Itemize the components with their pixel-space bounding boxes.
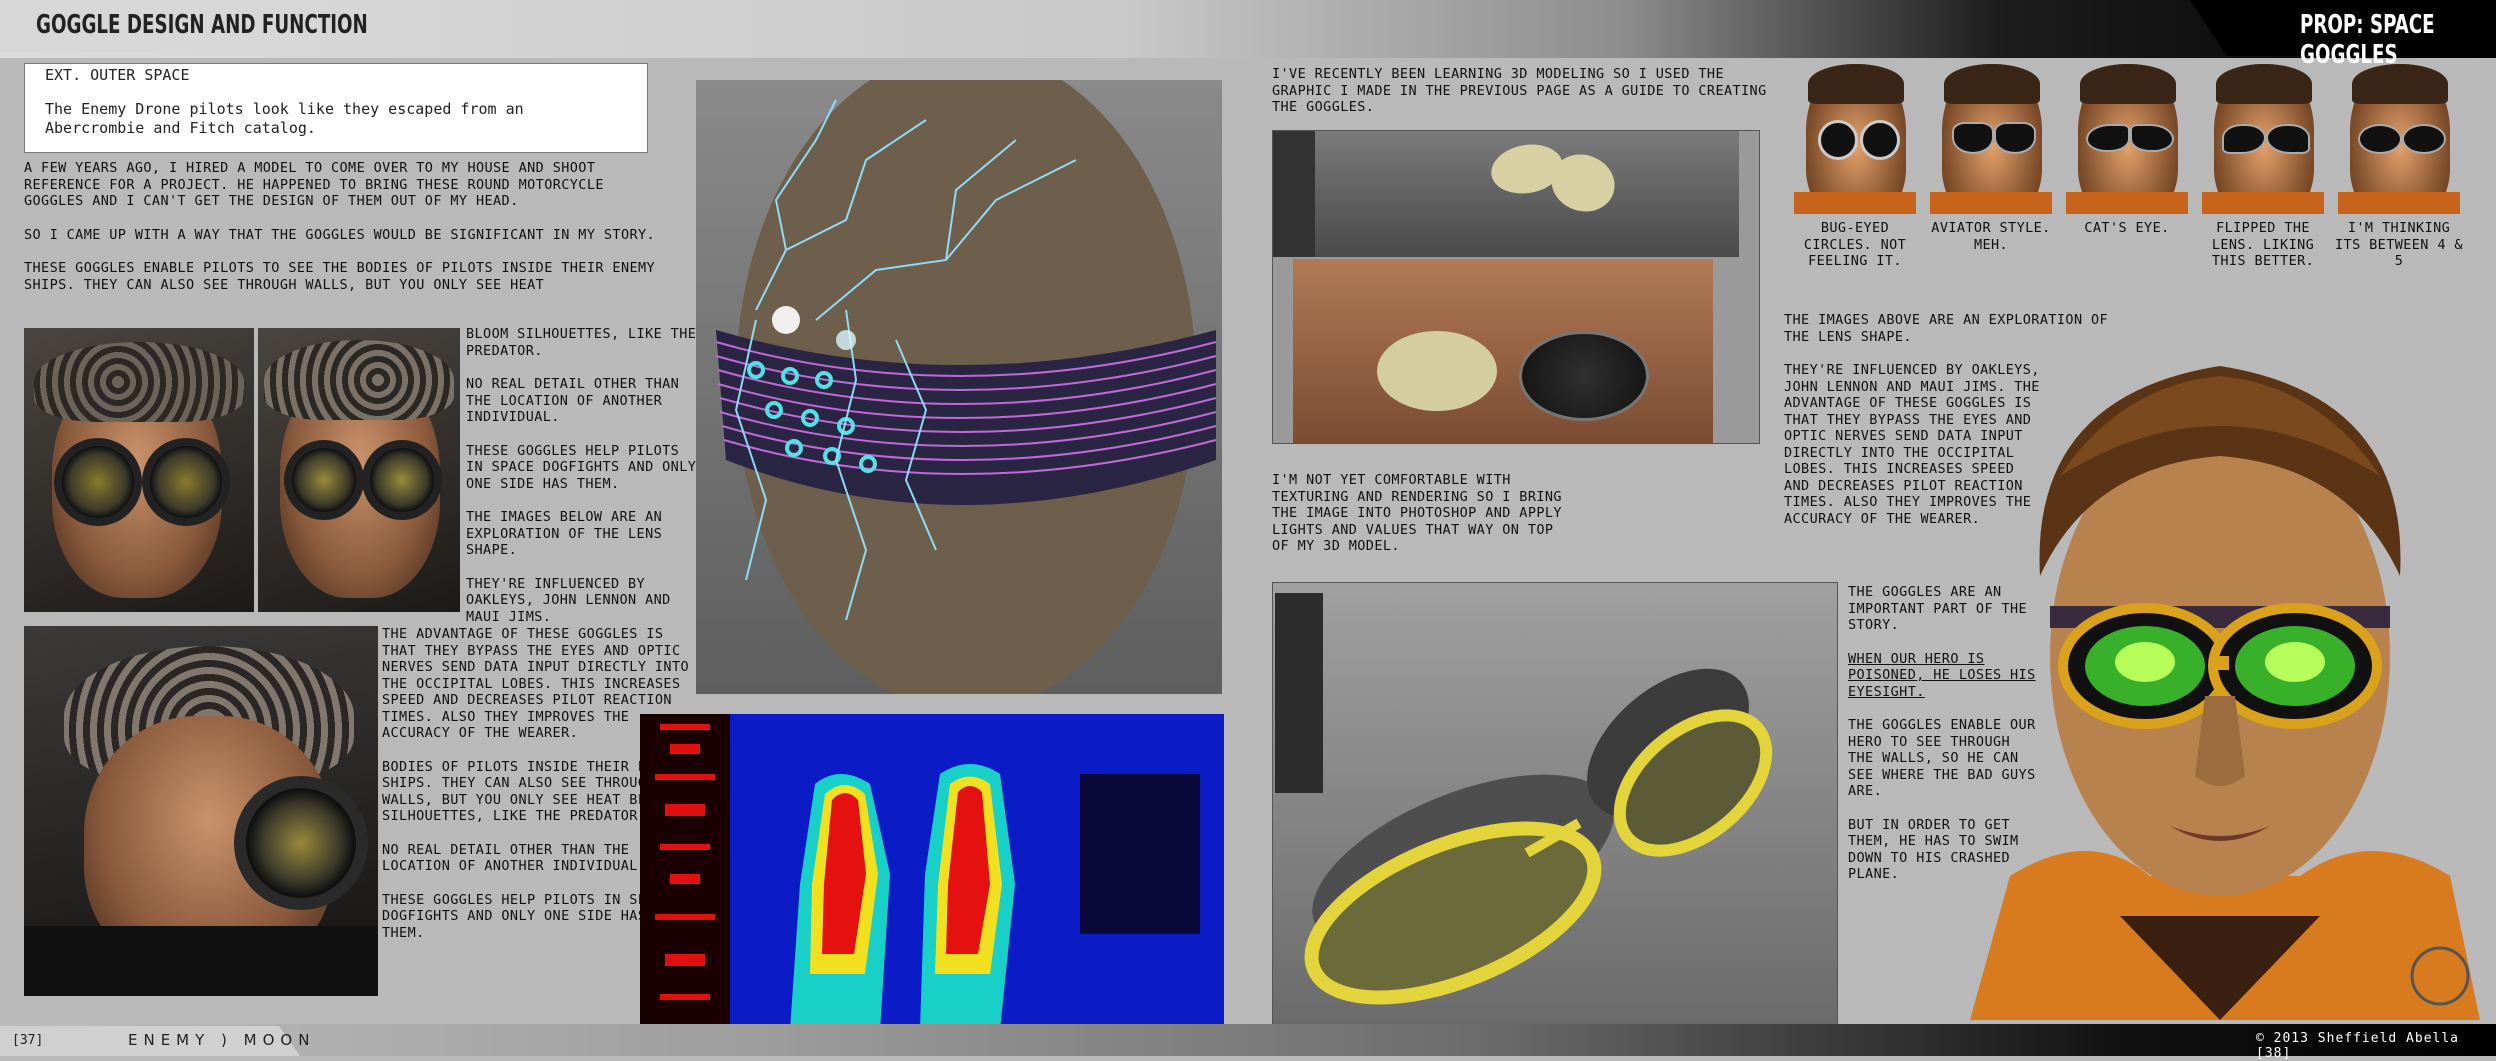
rendering-paragraph: I'm not yet comfortable with texturing a… xyxy=(1272,472,1562,554)
rendering-text: I'm not yet comfortable with texturing a… xyxy=(1272,472,1562,572)
variant-caption-5: I'm thinking its between 4 & 5 xyxy=(2335,220,2463,269)
modeling-screenshot-2 xyxy=(1272,582,1838,1032)
script-excerpt: EXT. OUTER SPACE The Enemy Drone pilots … xyxy=(24,63,648,153)
reference-photo-three-quarter xyxy=(258,328,460,612)
variant-portrait-2 xyxy=(1930,64,2052,214)
reference-photo-profile xyxy=(24,626,378,996)
lens-variants: Bug-Eyed Circles. Not feeling it. Aviato… xyxy=(1790,64,2480,294)
modeling-paragraph-1: I've recently been learning 3D Modeling … xyxy=(1272,66,1767,115)
intro-paragraph-3: These goggles enable pilots to see the b… xyxy=(24,260,656,293)
lens-exploration-text: The images above are an exploration of t… xyxy=(1784,312,2124,362)
hero-portrait xyxy=(1970,356,2480,1020)
goggle-render-electric xyxy=(696,80,1222,694)
page-number-left: [37] xyxy=(12,1033,44,1048)
reference-photo-front xyxy=(24,328,254,612)
intro-paragraph-1: A few years ago, I hired a model to come… xyxy=(24,160,604,209)
script-slug: EXT. OUTER SPACE xyxy=(45,66,190,84)
intro-paragraph-2: So I came up with a way that the goggles… xyxy=(24,226,656,243)
copyright: © 2013 Sheffield Abella [38] xyxy=(2256,1031,2460,1061)
side-paragraph-4: The images below are an exploration of t… xyxy=(466,509,663,558)
lens-paragraph-1: The images above are an exploration of t… xyxy=(1784,312,2109,345)
variant-portrait-1 xyxy=(1794,64,1916,214)
variant-portrait-4 xyxy=(2202,64,2324,214)
header-bar xyxy=(0,0,2496,58)
variant-caption-4: Flipped the lens. Liking this better. xyxy=(2211,220,2315,269)
thermal-vision-image xyxy=(640,714,1224,1030)
modeling-intro-text: I've recently been learning 3D Modeling … xyxy=(1272,66,1772,133)
variant-caption-3: Cat's Eye. xyxy=(2084,220,2170,236)
script-line: The Enemy Drone pilots look like they es… xyxy=(45,100,524,137)
side-paragraph-2: No real detail other than the location o… xyxy=(466,376,680,425)
prop-title: PROP: SPACE GOGGLES xyxy=(2300,10,2435,70)
intro-text: A few years ago, I hired a model to come… xyxy=(24,160,664,310)
page-title: GOGGLE DESIGN AND FUNCTION xyxy=(36,10,368,40)
variant-caption-2: Aviator style. Meh. xyxy=(1931,220,2051,253)
side-paragraph-5: they're influenced by oakleys, John Lenn… xyxy=(466,575,671,625)
brand-logo: ENEMY ) MOON xyxy=(128,1031,316,1049)
side-paragraph-1: bloom silhouettes, like the predator. xyxy=(466,326,697,359)
footer-bar xyxy=(0,1024,2496,1056)
modeling-screenshot-1 xyxy=(1272,130,1760,444)
variant-portrait-5 xyxy=(2338,64,2460,214)
variant-portrait-3 xyxy=(2066,64,2188,214)
side-paragraph-3: These goggles help pilots in space dogfi… xyxy=(466,442,697,492)
variant-caption-1: Bug-Eyed Circles. Not feeling it. xyxy=(1803,220,1907,269)
photo-side-text: bloom silhouettes, like the predator. No… xyxy=(466,326,702,642)
